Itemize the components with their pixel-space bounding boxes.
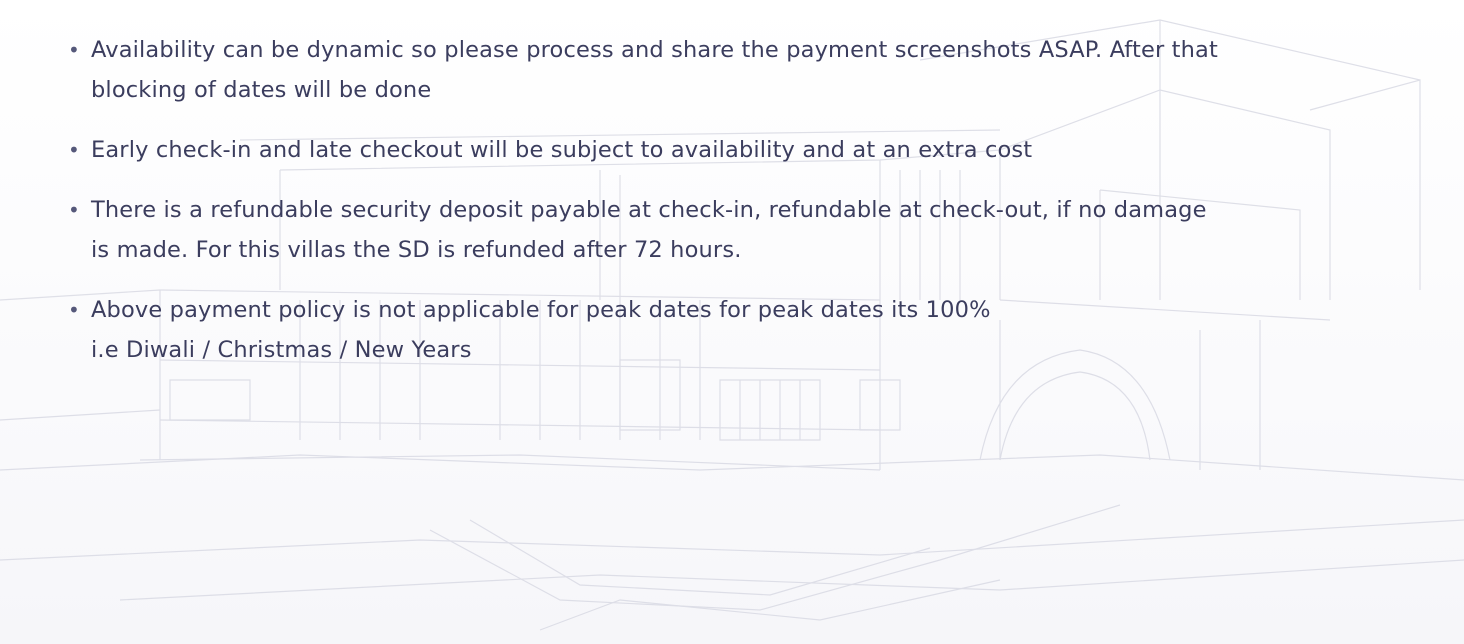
policy-item-line: is made. For this villas the SD is refun… bbox=[91, 237, 742, 263]
policy-item-line: There is a refundable security deposit p… bbox=[91, 197, 1207, 223]
policy-item: • There is a refundable security deposit… bbox=[60, 190, 1380, 270]
policy-item-line: blocking of dates will be done bbox=[91, 77, 432, 103]
bullet-icon: • bbox=[68, 198, 80, 222]
bullet-icon: • bbox=[68, 138, 80, 162]
bullet-icon: • bbox=[68, 298, 80, 322]
policy-item: • Availability can be dynamic so please … bbox=[60, 30, 1380, 110]
policy-item: • Early check-in and late checkout will … bbox=[60, 130, 1380, 170]
policy-page: • Availability can be dynamic so please … bbox=[0, 0, 1464, 644]
policy-item-line: Early check-in and late checkout will be… bbox=[91, 137, 1033, 163]
policy-list: • Availability can be dynamic so please … bbox=[60, 30, 1380, 390]
policy-item-line: Above payment policy is not applicable f… bbox=[91, 297, 991, 323]
policy-item: • Above payment policy is not applicable… bbox=[60, 290, 1380, 370]
policy-item-line: Availability can be dynamic so please pr… bbox=[91, 37, 1218, 63]
policy-item-line: i.e Diwali / Christmas / New Years bbox=[91, 337, 472, 363]
bullet-icon: • bbox=[68, 38, 80, 62]
